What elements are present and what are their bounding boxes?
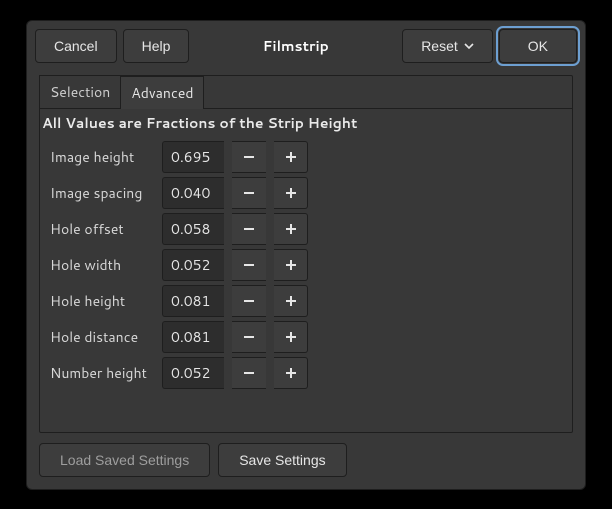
load-settings-label: Load Saved Settings [60, 452, 189, 468]
plus-icon [284, 150, 298, 164]
param-value-input[interactable]: 0.058 [162, 213, 224, 245]
help-label: Help [142, 38, 171, 54]
increment-button[interactable] [274, 357, 308, 389]
decrement-button[interactable] [232, 285, 266, 317]
minus-icon [242, 294, 256, 308]
param-label: Image spacing [50, 183, 154, 203]
decrement-button[interactable] [232, 249, 266, 281]
reset-button[interactable]: Reset [402, 29, 493, 63]
param-row: Hole height 0.081 [50, 283, 562, 319]
dialog-title: Filmstrip [195, 36, 396, 56]
load-settings-button[interactable]: Load Saved Settings [39, 443, 210, 477]
titlebar: Cancel Help Filmstrip Reset OK [27, 21, 585, 71]
decrement-button[interactable] [232, 141, 266, 173]
increment-button[interactable] [274, 141, 308, 173]
param-value-input[interactable]: 0.695 [162, 141, 224, 173]
minus-icon [242, 222, 256, 236]
increment-button[interactable] [274, 285, 308, 317]
plus-icon [284, 258, 298, 272]
param-label: Number height [50, 363, 154, 383]
content-area: Selection Advanced All Values are Fracti… [27, 71, 585, 489]
section-heading: All Values are Fractions of the Strip He… [40, 109, 572, 139]
minus-icon [242, 150, 256, 164]
footer: Load Saved Settings Save Settings [39, 433, 573, 477]
ok-label: OK [528, 38, 548, 54]
decrement-button[interactable] [232, 177, 266, 209]
increment-button[interactable] [274, 177, 308, 209]
param-value-input[interactable]: 0.040 [162, 177, 224, 209]
plus-icon [284, 222, 298, 236]
tab-container: Selection Advanced All Values are Fracti… [39, 75, 573, 433]
param-row: Hole width 0.052 [50, 247, 562, 283]
plus-icon [284, 366, 298, 380]
param-value-input[interactable]: 0.052 [162, 357, 224, 389]
decrement-button[interactable] [232, 213, 266, 245]
param-row: Image spacing 0.040 [50, 175, 562, 211]
param-label: Image height [50, 147, 154, 167]
param-label: Hole width [50, 255, 154, 275]
tab-selection[interactable]: Selection [39, 75, 121, 108]
tab-selection-label: Selection [50, 82, 110, 102]
param-label: Hole height [50, 291, 154, 311]
save-settings-button[interactable]: Save Settings [218, 443, 346, 477]
param-label: Hole distance [50, 327, 154, 347]
cancel-button[interactable]: Cancel [35, 29, 117, 63]
plus-icon [284, 294, 298, 308]
tab-row: Selection Advanced [40, 76, 572, 109]
increment-button[interactable] [274, 249, 308, 281]
minus-icon [242, 366, 256, 380]
param-value-input[interactable]: 0.081 [162, 285, 224, 317]
reset-label: Reset [421, 38, 458, 54]
param-value-input[interactable]: 0.052 [162, 249, 224, 281]
tab-advanced-label: Advanced [131, 83, 193, 103]
plus-icon [284, 186, 298, 200]
titlebar-right: Reset OK [402, 29, 577, 63]
increment-button[interactable] [274, 321, 308, 353]
param-row: Hole distance 0.081 [50, 319, 562, 355]
param-value-input[interactable]: 0.081 [162, 321, 224, 353]
ok-button[interactable]: OK [499, 29, 577, 63]
dialog-window: Cancel Help Filmstrip Reset OK Selection [26, 20, 586, 490]
plus-icon [284, 330, 298, 344]
decrement-button[interactable] [232, 357, 266, 389]
param-row: Hole offset 0.058 [50, 211, 562, 247]
tab-advanced[interactable]: Advanced [120, 76, 204, 109]
minus-icon [242, 258, 256, 272]
decrement-button[interactable] [232, 321, 266, 353]
param-label: Hole offset [50, 219, 154, 239]
help-button[interactable]: Help [123, 29, 190, 63]
increment-button[interactable] [274, 213, 308, 245]
param-row: Number height 0.052 [50, 355, 562, 391]
parameter-rows: Image height0.695Image spacing0.040Hole … [40, 139, 572, 401]
param-row: Image height 0.695 [50, 139, 562, 175]
minus-icon [242, 330, 256, 344]
save-settings-label: Save Settings [239, 452, 325, 468]
cancel-label: Cancel [54, 38, 98, 54]
chevron-down-icon [464, 41, 474, 51]
minus-icon [242, 186, 256, 200]
